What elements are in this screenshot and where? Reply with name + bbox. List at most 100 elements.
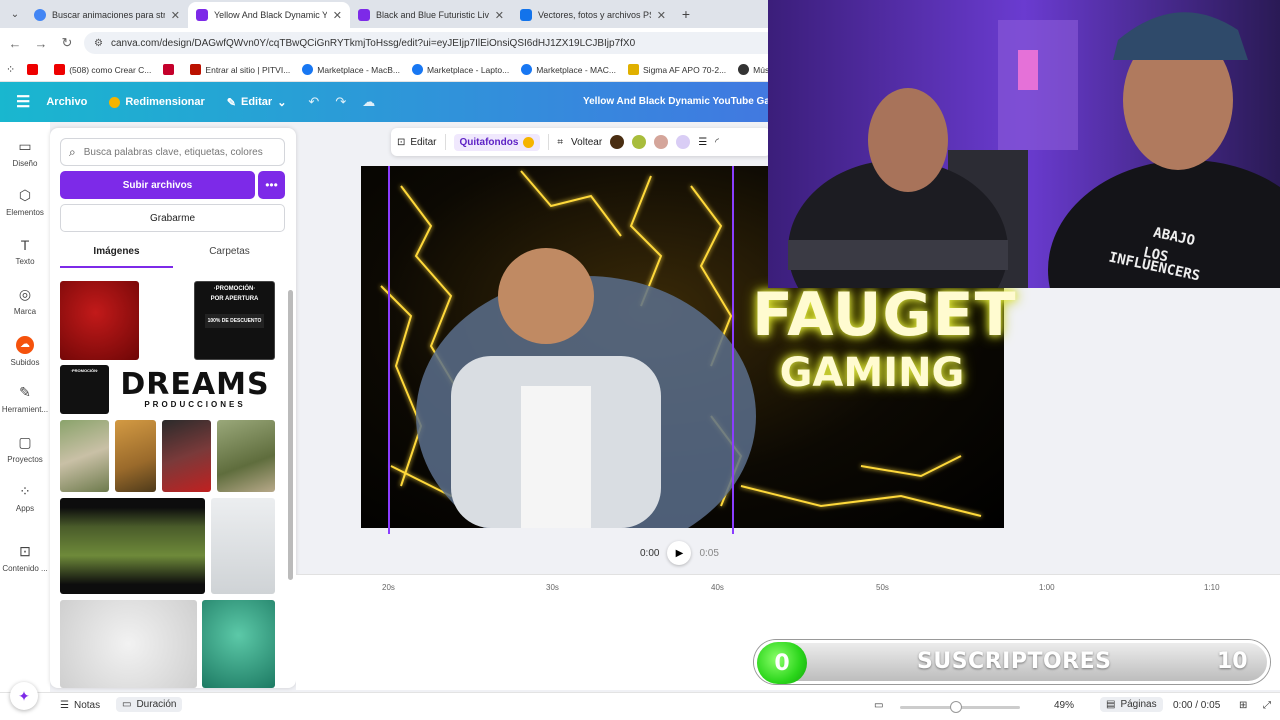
image-thumb-dreams-logo[interactable]: DREAMS PRODUCCIONES [115,365,275,414]
rail-item-uploads[interactable]: ☁ Subidos [0,334,50,367]
left-rail: ▭ Diseño ⬡ Elementos T Texto ◎ Marca ☁ Subido… [0,122,50,692]
back-arrow-icon[interactable]: ← [6,36,24,51]
divider [548,134,550,150]
rail-item-brand[interactable]: ◎ Marca [0,286,50,316]
image-thumb-promo-small[interactable]: ·PROMOCIÓN· [60,365,109,414]
cloud-saved-icon[interactable]: ☁ [362,94,375,110]
duration-button[interactable]: ▭ Duración [116,697,183,712]
grid-view-icon[interactable]: ⊞ [1239,700,1247,711]
background-remover-button[interactable]: Quitafondos [453,133,541,151]
pages-button[interactable]: ▤ Páginas [1100,697,1163,712]
image-thumb-teal-texture[interactable] [202,600,275,688]
close-icon[interactable]: ✕ [333,9,342,22]
record-yourself-button[interactable]: Grabarme [60,204,285,232]
bookmark-red[interactable] [163,64,178,75]
bookmark-youtube[interactable] [27,64,42,75]
undo-icon[interactable]: ↶ [308,94,319,110]
tools-icon: ✎ [19,384,31,400]
border-style-icon[interactable]: ☰ [698,137,707,148]
image-thumb-maternity[interactable] [211,498,275,594]
canvas-title-line2[interactable]: GAMING [752,350,992,396]
image-thumb-couple-garden[interactable] [60,420,109,492]
site-info-icon[interactable]: ⚙ [94,38,103,49]
upload-files-button[interactable]: Subir archivos [60,171,255,199]
selected-element-frame[interactable] [388,166,734,534]
rail-item-elements[interactable]: ⬡ Elementos [0,187,50,217]
file-menu[interactable]: Archivo [46,96,87,108]
more-options-button[interactable]: ••• [258,171,285,199]
zoom-level[interactable]: 49% [1054,700,1074,711]
bookmark-sigma[interactable]: Sigma AF APO 70-2... [628,64,726,75]
apps-grid-icon[interactable]: ⁘ [6,63,15,76]
bookmark-pitvi[interactable]: Entrar al sitio | PITVI... [190,64,290,75]
edit-image-button[interactable]: ⊡ Editar [397,137,437,148]
subscriber-goal-bar: 0 SUSCRIPTORES 10 [754,640,1270,684]
bookmark-youtube-crear[interactable]: (508) como Crear C... [54,64,151,75]
timeline-tick: 1:10 [1204,583,1220,592]
reload-icon[interactable]: ↻ [58,35,76,51]
magic-assistant-icon[interactable]: ✦ [10,682,38,710]
menu-hamburger-icon[interactable]: ☰ [16,92,30,112]
image-thumb-couple-kiss[interactable] [60,498,205,594]
url-text: canva.com/design/DAGwfQWvn0Y/cqTBwQCiGnR… [110,37,636,49]
image-thumb-couple-warm[interactable] [115,420,156,492]
fit-screen-icon[interactable]: ▭ [874,700,883,711]
browser-tab-vectors[interactable]: Vectores, fotos y archivos PSD g ✕ [512,2,674,28]
redo-icon[interactable]: ↷ [335,94,346,110]
forward-arrow-icon[interactable]: → [32,36,50,51]
edit-menu[interactable]: ✎ Editar ⌄ [227,96,287,109]
color-swatch-olive[interactable] [632,135,647,149]
corner-rounding-icon[interactable]: ◜ [715,137,719,148]
facebook-icon [302,64,314,75]
bookmark-marketplace-macbook[interactable]: Marketplace - MacB... [302,64,400,75]
canvas-title-line1[interactable]: FAUGET [752,283,1016,347]
close-icon[interactable]: ✕ [495,9,504,22]
rail-item-projects[interactable]: ▢ Proyectos [0,434,50,464]
fullscreen-icon[interactable]: ⤢ [1263,700,1271,711]
bookmark-marketplace-laptop[interactable]: Marketplace - Lapto... [411,64,509,75]
dreams-logo-text: DREAMS [120,367,270,402]
new-tab-button[interactable]: + [674,2,698,26]
browser-tab-canva-live[interactable]: Black and Blue Futuristic Live St ✕ [350,2,512,28]
image-thumb-couple-tree[interactable] [217,420,275,492]
panel-scrollbar[interactable] [288,290,293,580]
zoom-slider-handle[interactable] [950,701,962,713]
rail-item-design[interactable]: ▭ Diseño [0,138,50,168]
tab-folders[interactable]: Carpetas [173,246,286,268]
pitvi-icon [190,64,202,75]
notes-button[interactable]: ☰ Notas [60,700,100,711]
search-input[interactable] [83,146,274,158]
design-title[interactable]: Yellow And Black Dynamic YouTube Gam [583,96,779,107]
notes-icon: ☰ [60,700,69,711]
pink-lamp [1018,50,1038,90]
color-swatch-brown[interactable] [610,135,625,149]
resize-button[interactable]: Redimensionar [109,96,205,108]
browser-tab-canva-design[interactable]: Yellow And Black Dynamic YouTube ✕ [188,2,350,28]
flip-button[interactable]: Voltear [571,137,602,148]
close-icon[interactable]: ✕ [171,9,180,22]
color-swatch-lavender[interactable] [676,135,691,149]
image-thumb-red-texture[interactable] [60,281,139,360]
search-icon: ⌕ [69,144,76,159]
divider [444,134,446,150]
tab-images[interactable]: Imágenes [60,246,173,268]
search-box: ⌕ [60,138,285,166]
facebook-icon [521,64,533,75]
pages-icon: ▤ [1106,699,1116,710]
color-swatch-pink[interactable] [654,135,669,149]
tab-list-chevron-icon[interactable]: ⌄ [4,3,26,25]
bookmark-marketplace-mac[interactable]: Marketplace - MAC... [521,64,616,75]
rail-item-content[interactable]: ⊡ Contenido ... [0,543,50,573]
image-thumb-promo[interactable]: ·PROMOCIÓN· POR APERTURA 100% DE DESCUEN… [194,281,275,360]
rail-item-text[interactable]: T Texto [0,237,50,266]
chevron-down-icon: ⌄ [277,96,287,109]
image-thumb-white-texture[interactable] [60,600,197,688]
rail-item-tools[interactable]: ✎ Herramient... [0,384,50,414]
canva-favicon-icon [358,9,370,21]
rail-item-apps[interactable]: ⁘ Apps [0,483,50,513]
browser-tab-search-animations[interactable]: Buscar animaciones para stream ✕ [26,2,188,28]
crop-button[interactable]: ⌗ [557,137,563,148]
close-icon[interactable]: ✕ [657,9,666,22]
image-thumb-girl-red[interactable] [162,420,211,492]
play-icon[interactable]: ▶ [667,541,692,565]
